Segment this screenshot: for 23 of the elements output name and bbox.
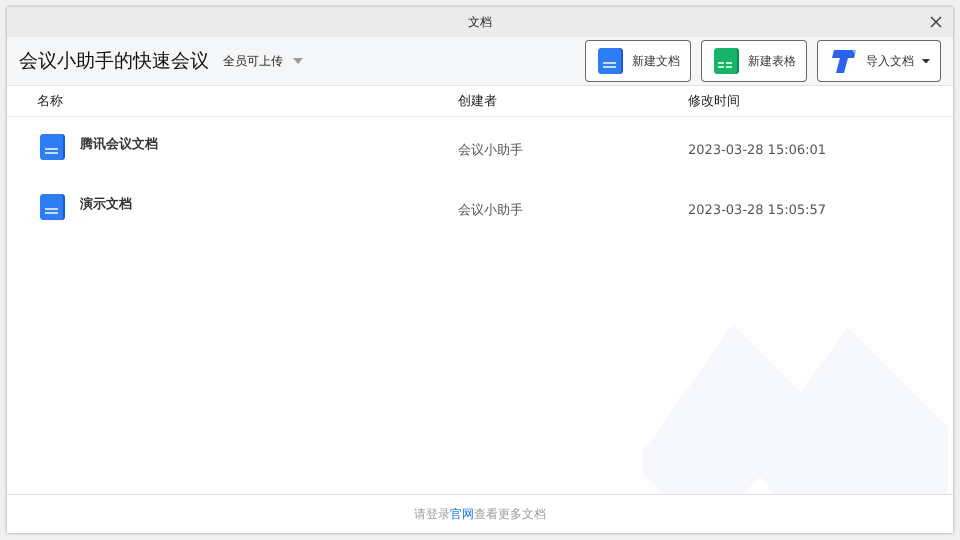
table-cell-text: 2023-03-28 15:06:01 (688, 142, 828, 158)
file-name[interactable]: 腾讯会议文档 (80, 135, 158, 153)
spreadsheet-icon (714, 47, 740, 75)
meeting-title: 会议小助手的快速会议 (19, 49, 209, 74)
window-title: 文档 (468, 14, 492, 30)
table-cell-text: 会议小助手 (458, 142, 524, 159)
caret-icon (293, 58, 303, 64)
website-link[interactable]: 官网 (450, 506, 474, 520)
permission-dropdown[interactable]: 全员可上传 (223, 52, 303, 70)
column-header: 修改时间 (688, 93, 741, 110)
import-button[interactable]: 导入文档 (817, 40, 941, 82)
doc-icon (40, 133, 66, 161)
table-cell-text: 2023-03-28 15:05:57 (688, 202, 828, 218)
document-icon (598, 47, 624, 75)
column-header: 名称 (36, 93, 64, 110)
new-sheet-button[interactable]: 新建表格 (701, 40, 807, 82)
column-header: 创建者 (458, 93, 498, 110)
file-name[interactable]: 演示文档 (80, 195, 132, 213)
doc-icon (40, 193, 66, 221)
table-cell-text: 会议小助手 (458, 202, 524, 219)
new-document-button[interactable]: 新建文档 (585, 40, 691, 82)
login-hint: 请登录官网查看更多文档 (414, 506, 546, 522)
import-icon (830, 48, 858, 74)
